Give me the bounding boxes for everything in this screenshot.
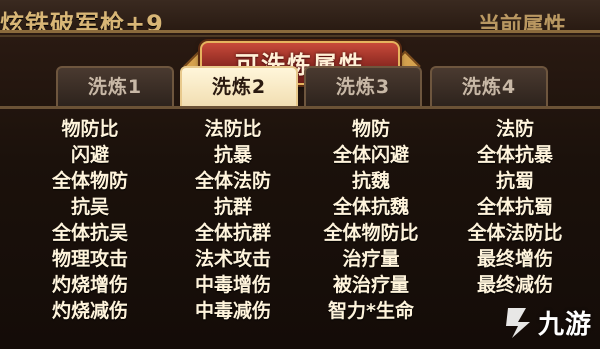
attribute-item: 物防 (351, 118, 390, 140)
attribute-column-4: 法防 全体抗暴 抗蜀 全体抗蜀 全体法防比 最终增伤 最终减伤 (440, 116, 590, 324)
attribute-item: 最终减伤 (476, 274, 553, 296)
tab-divider (0, 106, 600, 109)
attribute-item: 闪避 (70, 144, 109, 166)
attribute-item: 法术攻击 (194, 248, 271, 270)
attribute-item: 智力*生命 (328, 300, 414, 322)
attribute-item: 抗蜀 (495, 170, 534, 192)
attribute-item: 法防 (495, 118, 534, 140)
attribute-item: 物防比 (61, 118, 119, 140)
attribute-item: 抗吴 (70, 196, 109, 218)
attribute-item: 抗群 (213, 196, 252, 218)
attribute-item: 物理攻击 (51, 248, 128, 270)
attribute-item: 全体抗蜀 (476, 196, 553, 218)
attribute-column-1: 物防比 闪避 全体物防 抗吴 全体抗吴 物理攻击 灼烧增伤 灼烧减伤 (15, 116, 165, 324)
attribute-item: 法防比 (204, 118, 262, 140)
attribute-item: 全体法防 (194, 170, 271, 192)
attribute-item: 中毒增伤 (194, 274, 271, 296)
attribute-item: 全体抗暴 (476, 144, 553, 166)
attribute-item: 最终增伤 (476, 248, 553, 270)
attribute-item: 全体抗吴 (51, 222, 128, 244)
nine-game-logo-icon (506, 308, 530, 338)
watermark: 九游 (500, 298, 600, 346)
refine-tabs: 洗炼1 洗炼2 洗炼3 洗炼4 (0, 66, 600, 108)
tab-refine-2[interactable]: 洗炼2 (180, 66, 298, 108)
attribute-item: 灼烧减伤 (51, 300, 128, 322)
attribute-item: 全体物防 (51, 170, 128, 192)
attribute-item: 被治疗量 (332, 274, 409, 296)
tab-refine-3[interactable]: 洗炼3 (304, 66, 422, 108)
attribute-column-2: 法防比 抗暴 全体法防 抗群 全体抗群 法术攻击 中毒增伤 中毒减伤 (158, 116, 308, 324)
watermark-text: 九游 (538, 310, 593, 340)
attribute-item: 全体法防比 (467, 222, 563, 244)
attribute-item: 全体抗魏 (332, 196, 409, 218)
attribute-item: 抗暴 (213, 144, 252, 166)
attribute-item: 全体闪避 (332, 144, 409, 166)
attribute-item: 灼烧增伤 (51, 274, 128, 296)
attribute-item: 全体抗群 (194, 222, 271, 244)
attribute-item: 抗魏 (351, 170, 390, 192)
attribute-item: 中毒减伤 (194, 300, 271, 322)
attribute-column-3: 物防 全体闪避 抗魏 全体抗魏 全体物防比 治疗量 被治疗量 智力*生命 (296, 116, 446, 324)
tab-refine-4[interactable]: 洗炼4 (430, 66, 548, 108)
tab-refine-1[interactable]: 洗炼1 (56, 66, 174, 108)
attribute-item: 治疗量 (342, 248, 400, 270)
attribute-item: 全体物防比 (323, 222, 419, 244)
